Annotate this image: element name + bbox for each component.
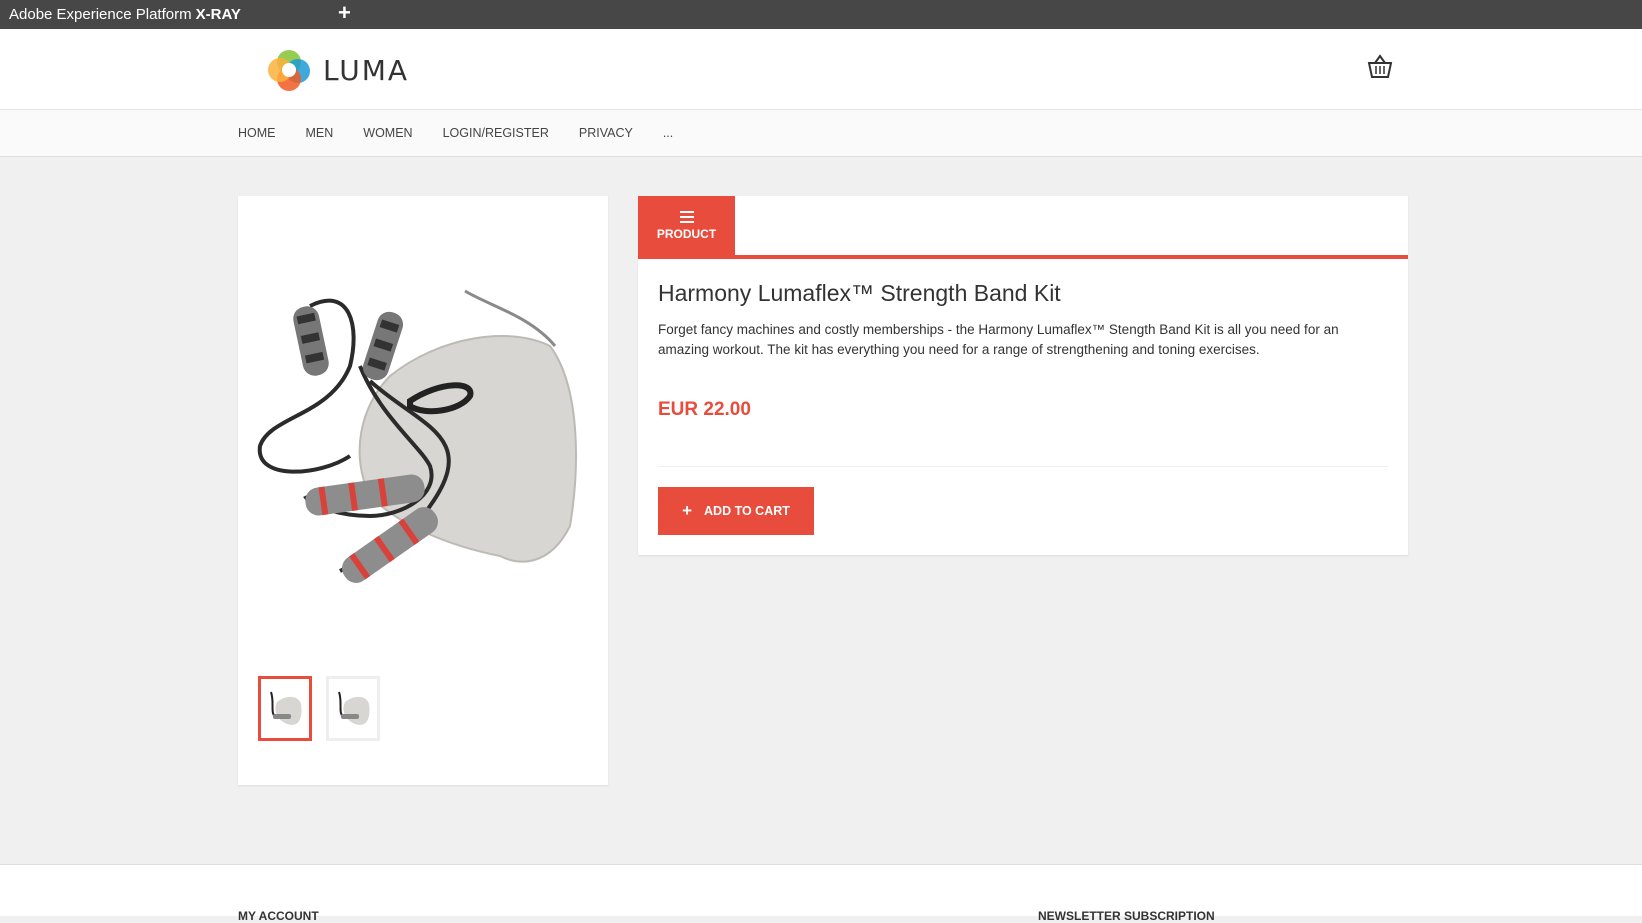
thumbnail-image [338,691,370,725]
plus-icon: + [682,501,693,520]
add-icon[interactable]: + [338,1,351,25]
product-price: EUR 22.00 [658,399,751,420]
nav-item-privacy[interactable]: PRIVACY [579,126,633,140]
nav-item-home[interactable]: HOME [238,126,276,140]
product-tab-bar: PRODUCT [638,196,1408,259]
nav-item-women[interactable]: WOMEN [363,126,412,140]
product-details: PRODUCT Harmony Lumaflex™ Strength Band … [638,196,1408,555]
product-gallery [238,196,608,785]
add-to-cart-label: ADD TO CART [704,504,790,518]
tab-label: PRODUCT [656,226,717,241]
logo-text: LUMA [323,53,410,87]
nav-item-login-register[interactable]: LOGIN/REGISTER [443,126,549,140]
main-nav: HOME MEN WOMEN LOGIN/REGISTER PRIVACY ..… [0,110,1642,157]
footer-my-account-heading: MY ACCOUNT [238,909,319,923]
menu-icon [679,210,694,223]
product-thumbnail-1[interactable] [258,676,312,741]
tab-product[interactable]: PRODUCT [638,196,735,255]
xray-toolbar: Adobe Experience Platform X-RAY + [0,0,1642,29]
product-title: Harmony Lumaflex™ Strength Band Kit [658,280,1061,306]
cart-icon[interactable] [1366,53,1394,81]
footer: MY ACCOUNT NEWSLETTER SUBSCRIPTION [0,864,1642,923]
add-to-cart-button[interactable]: + ADD TO CART [658,487,814,535]
footer-newsletter-heading: NEWSLETTER SUBSCRIPTION [1038,909,1215,923]
nav-item-more[interactable]: ... [663,126,673,140]
product-thumbnail-2[interactable] [326,676,380,741]
nav-item-men[interactable]: MEN [306,126,334,140]
thumbnail-image [270,691,302,725]
product-description: Forget fancy machines and costly members… [658,322,1339,357]
product-main-image [257,289,577,583]
site-header: LUMA [0,29,1642,110]
divider [658,466,1388,467]
luma-logo-icon [268,50,310,91]
xray-title: Adobe Experience Platform X-RAY [9,6,241,23]
luma-logo[interactable]: LUMA [267,48,409,92]
